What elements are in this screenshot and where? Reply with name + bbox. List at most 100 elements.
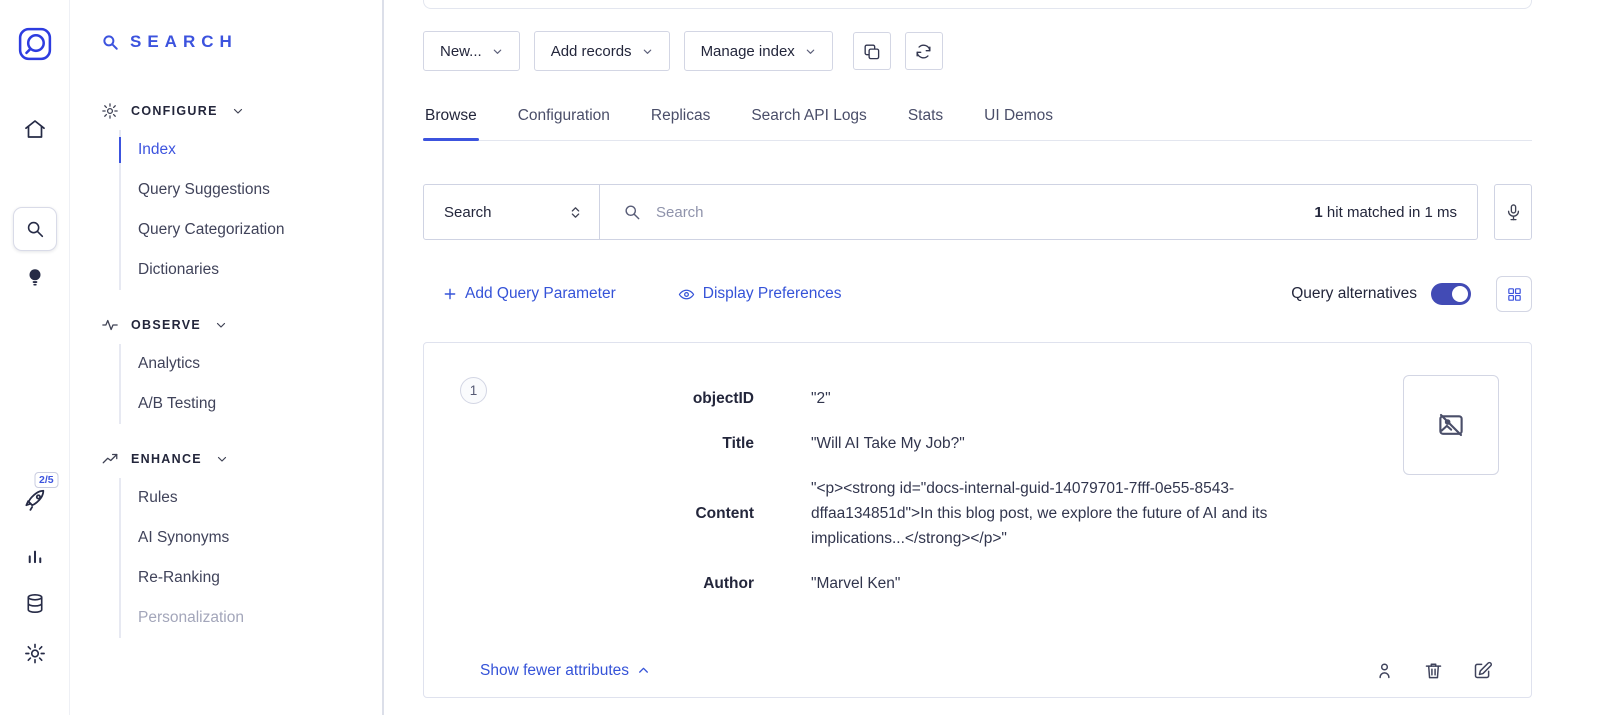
query-alternatives-toggle[interactable] (1431, 283, 1471, 305)
sidebar-item-rules[interactable]: Rules (121, 478, 382, 518)
attribute-row-author: Author "Marvel Ken" (424, 561, 1531, 606)
configure-items: Index Query Suggestions Query Categoriza… (119, 130, 382, 290)
analytics-bars-icon[interactable] (23, 543, 46, 566)
new-index-label: New... (440, 43, 482, 60)
tab-configuration[interactable]: Configuration (516, 101, 612, 140)
hits-status: 1 hit matched in 1 ms (1314, 204, 1477, 221)
section-enhance: ENHANCE Rules AI Synonyms Re-Ranking Per… (101, 450, 382, 638)
tab-replicas[interactable]: Replicas (649, 101, 712, 140)
observe-items: Analytics A/B Testing (119, 344, 382, 424)
hit-actions (1374, 660, 1493, 681)
search-bar: Search 1 hit matched in 1 ms (423, 184, 1478, 240)
manage-index-button[interactable]: Manage index (684, 31, 833, 71)
search-title-icon (101, 33, 119, 51)
chevron-down-icon (805, 46, 816, 57)
search-nav-icon[interactable] (13, 207, 57, 251)
sidebar-item-index[interactable]: Index (121, 130, 382, 170)
sidebar-item-re-ranking[interactable]: Re-Ranking (121, 558, 382, 598)
add-query-parameter-link[interactable]: Add Query Parameter (443, 285, 616, 303)
search-input[interactable] (654, 203, 1314, 222)
tab-search-api-logs[interactable]: Search API Logs (749, 101, 868, 140)
grid-icon (1506, 286, 1523, 303)
query-alternatives-label: Query alternatives (1291, 285, 1417, 303)
home-icon[interactable] (23, 117, 47, 141)
data-database-icon[interactable] (23, 592, 46, 615)
tab-stats[interactable]: Stats (906, 101, 945, 140)
refresh-index-button[interactable] (905, 32, 943, 70)
show-fewer-attributes-link[interactable]: Show fewer attributes (480, 662, 650, 680)
sidebar-item-ai-synonyms[interactable]: AI Synonyms (121, 518, 382, 558)
eye-icon (678, 286, 695, 303)
gear-icon (101, 102, 119, 120)
add-records-button[interactable]: Add records (534, 31, 670, 71)
attribute-label: Title (424, 435, 754, 453)
search-mode-select[interactable]: Search (424, 185, 600, 239)
tab-ui-demos[interactable]: UI Demos (982, 101, 1055, 140)
hit-rank-badge: 1 (460, 377, 487, 404)
chevron-down-icon (492, 46, 503, 57)
attribute-value: "Marvel Ken" (811, 571, 900, 596)
display-preferences-label: Display Preferences (703, 285, 842, 303)
enhance-items: Rules AI Synonyms Re-Ranking Personaliza… (119, 478, 382, 638)
chevron-down-icon (642, 46, 653, 57)
delete-record-icon[interactable] (1423, 660, 1444, 681)
layout-grid-button[interactable] (1496, 276, 1532, 312)
sidebar-item-ab-testing[interactable]: A/B Testing (121, 384, 382, 424)
tab-browse[interactable]: Browse (423, 101, 479, 140)
edit-record-icon[interactable] (1472, 660, 1493, 681)
settings-gear-icon[interactable] (23, 642, 46, 665)
sidebar-item-analytics[interactable]: Analytics (121, 344, 382, 384)
attribute-row-content: Content "<p><strong id="docs-internal-gu… (424, 466, 1531, 561)
sidebar-item-query-categorization[interactable]: Query Categorization (121, 210, 382, 250)
index-toolbar: New... Add records Manage index (423, 31, 1532, 71)
new-index-button[interactable]: New... (423, 31, 520, 71)
attribute-row-objectid: objectID "2" (424, 376, 1531, 421)
copy-index-button[interactable] (853, 32, 891, 70)
search-sidebar: SEARCH CONFIGURE Index Query Suggestions… (71, 0, 384, 715)
top-cropped-banner (423, 0, 1532, 9)
display-preferences-link[interactable]: Display Preferences (678, 285, 842, 303)
attribute-row-title: Title "Will AI Take My Job?" (424, 421, 1531, 466)
sort-chevrons-icon (568, 205, 583, 220)
search-row: Search 1 hit matched in 1 ms (423, 184, 1532, 240)
identity-icon[interactable] (1374, 660, 1395, 681)
section-enhance-header[interactable]: ENHANCE (101, 450, 382, 468)
section-configure: CONFIGURE Index Query Suggestions Query … (101, 102, 382, 290)
chevron-down-icon (216, 453, 228, 465)
chevron-down-icon (215, 319, 227, 331)
copy-icon (862, 42, 881, 61)
section-configure-label: CONFIGURE (131, 104, 218, 118)
hit-card: 1 objectID "2" Title "Will AI Take My Jo… (423, 342, 1532, 698)
add-query-parameter-label: Add Query Parameter (465, 285, 616, 303)
attribute-label: Content (424, 505, 754, 523)
algolia-logo[interactable] (16, 25, 54, 63)
onboarding-progress-badge: 2/5 (34, 472, 59, 488)
section-observe: OBSERVE Analytics A/B Testing (101, 316, 382, 424)
section-enhance-label: ENHANCE (131, 452, 202, 466)
product-title-label: SEARCH (130, 32, 238, 52)
section-configure-header[interactable]: CONFIGURE (101, 102, 382, 120)
chevron-up-icon (637, 664, 650, 677)
hit-image-placeholder[interactable] (1403, 375, 1499, 475)
section-observe-label: OBSERVE (131, 318, 201, 332)
onboarding-rocket-icon[interactable]: 2/5 (22, 488, 47, 513)
add-records-label: Add records (551, 43, 632, 60)
query-options-row: Add Query Parameter Display Preferences … (423, 276, 1532, 312)
trending-up-icon (101, 450, 119, 468)
sidebar-item-query-suggestions[interactable]: Query Suggestions (121, 170, 382, 210)
refresh-icon (914, 42, 933, 61)
suggestions-lightbulb-icon[interactable] (24, 266, 46, 288)
manage-index-label: Manage index (701, 43, 795, 60)
show-fewer-label: Show fewer attributes (480, 662, 629, 680)
section-observe-header[interactable]: OBSERVE (101, 316, 382, 334)
voice-search-button[interactable] (1494, 184, 1532, 240)
attribute-value: "2" (811, 386, 831, 411)
main-content: New... Add records Manage index (423, 0, 1532, 698)
plus-icon (443, 287, 457, 301)
attribute-value: "<p><strong id="docs-internal-guid-14079… (811, 476, 1339, 551)
index-tabs: Browse Configuration Replicas Search API… (423, 101, 1532, 141)
sidebar-item-dictionaries[interactable]: Dictionaries (121, 250, 382, 290)
pulse-icon (101, 316, 119, 334)
sidebar-item-personalization[interactable]: Personalization (121, 598, 382, 638)
microphone-icon (1504, 203, 1523, 222)
